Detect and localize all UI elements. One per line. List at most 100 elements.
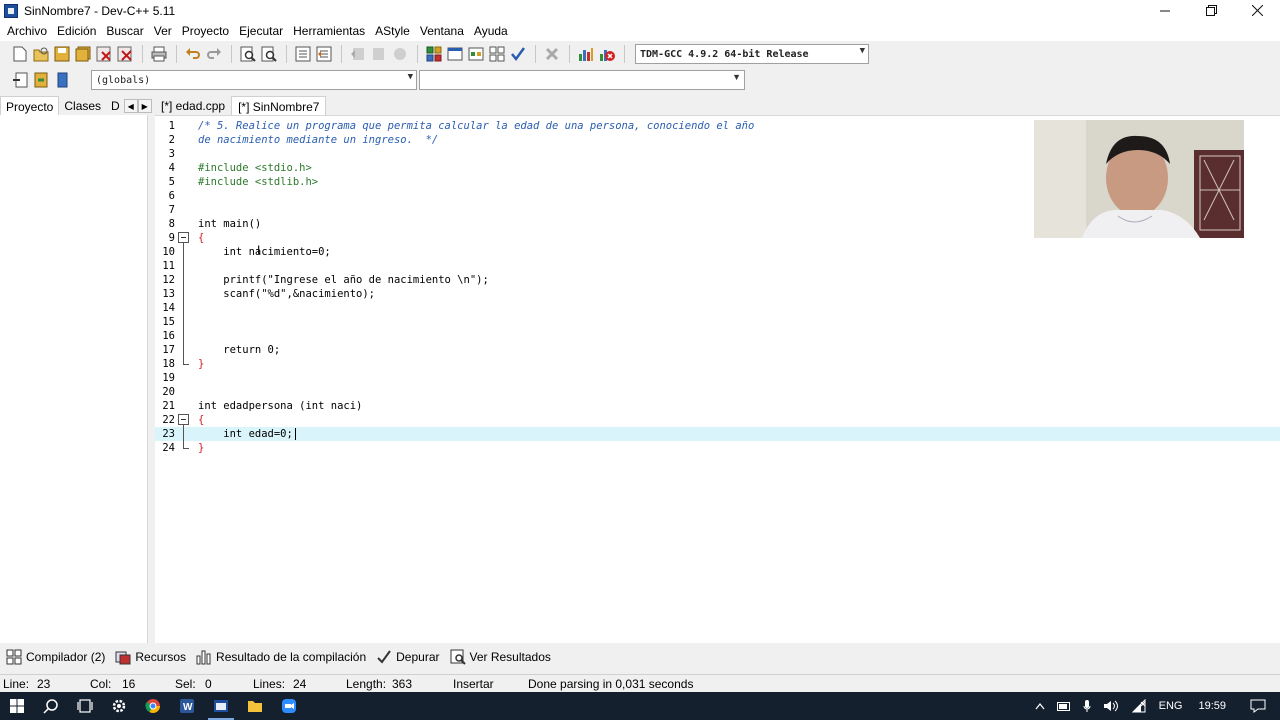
menu-proyecto[interactable]: Proyecto — [177, 21, 234, 41]
line-number: 10 — [162, 246, 175, 258]
battery-icon[interactable] — [1056, 701, 1071, 711]
tab-proyecto[interactable]: Proyecto — [0, 96, 60, 116]
menu-herramientas[interactable]: Herramientas — [288, 21, 370, 41]
microphone-icon[interactable] — [1083, 699, 1091, 713]
compile-icon[interactable] — [424, 45, 443, 64]
scroll-right-icon[interactable]: ▶ — [137, 99, 152, 113]
function-select[interactable]: ▼ — [419, 70, 745, 90]
new-file-icon[interactable] — [10, 45, 29, 64]
close-all-icon[interactable] — [115, 45, 134, 64]
toolbar-separator — [142, 45, 143, 63]
tab-depurar-label: Depurar — [396, 650, 440, 664]
compile-run-icon[interactable] — [466, 45, 485, 64]
line-number: 2 — [168, 134, 175, 146]
unindent-icon[interactable] — [314, 45, 333, 64]
save-all-icon[interactable] — [73, 45, 92, 64]
tab-recursos[interactable]: Recursos — [115, 649, 186, 665]
system-tray: ENG 19:59 — [1029, 692, 1280, 720]
tab-debug[interactable]: D — [106, 96, 122, 116]
search-icon[interactable] — [34, 692, 68, 720]
scope-select[interactable]: (globals) ▼ — [91, 70, 417, 90]
menu-ayuda[interactable]: Ayuda — [469, 21, 513, 41]
insert-icon[interactable] — [10, 71, 29, 90]
bookmark-icon[interactable] — [390, 45, 409, 64]
goto-back-icon[interactable] — [348, 45, 367, 64]
redo-icon[interactable] — [204, 45, 223, 64]
tab-compilador[interactable]: Compilador (2) — [6, 649, 105, 665]
delete-profile-icon[interactable] — [597, 45, 616, 64]
compiler-select[interactable]: TDM-GCC 4.9.2 64-bit Release ▼ — [635, 44, 869, 64]
word-icon[interactable]: W — [170, 692, 204, 720]
toolbar-separator — [231, 45, 232, 63]
debug-check-icon — [376, 649, 392, 665]
zoom-icon[interactable] — [272, 692, 306, 720]
code-text: int nacimiento=0; — [198, 246, 331, 258]
indent-icon[interactable] — [293, 45, 312, 64]
find-icon[interactable] — [238, 45, 257, 64]
open-file-icon[interactable] — [31, 45, 50, 64]
tab-sinnombre7[interactable]: [*] SinNombre7 — [231, 96, 327, 116]
menu-archivo[interactable]: Archivo — [2, 21, 52, 41]
line-number: 3 — [168, 148, 175, 160]
code-line: 15 — [155, 315, 1280, 329]
close-icon[interactable] — [1234, 0, 1280, 21]
toggle-bookmark-icon[interactable] — [31, 71, 50, 90]
menu-buscar[interactable]: Buscar — [101, 21, 148, 41]
windows-start-icon[interactable] — [0, 692, 34, 720]
settings-gear-icon[interactable] — [102, 692, 136, 720]
line-number: 22 — [162, 414, 175, 426]
line-number: 1 — [168, 120, 175, 132]
goto-forward-icon[interactable] — [369, 45, 388, 64]
profile-chart-icon[interactable] — [576, 45, 595, 64]
tab-clases[interactable]: Clases — [59, 96, 106, 116]
fold-toggle-icon[interactable] — [178, 232, 189, 243]
menu-ver[interactable]: Ver — [149, 21, 177, 41]
stop-execution-icon[interactable] — [542, 45, 561, 64]
menu-edicion[interactable]: Edición — [52, 21, 101, 41]
minimize-icon[interactable] — [1142, 0, 1188, 21]
menu-ejecutar[interactable]: Ejecutar — [234, 21, 288, 41]
tab-depurar[interactable]: Depurar — [376, 649, 440, 665]
fold-toggle-icon[interactable] — [178, 414, 189, 425]
print-icon[interactable] — [149, 45, 168, 64]
code-text: } — [198, 358, 205, 370]
save-icon[interactable] — [52, 45, 71, 64]
line-number: 21 — [162, 400, 175, 412]
scroll-left-icon[interactable]: ◀ — [123, 99, 138, 113]
show-hidden-icons-icon[interactable] — [1035, 702, 1045, 710]
tab-edad-cpp[interactable]: [*] edad.cpp — [155, 96, 231, 116]
clock-time[interactable]: 19:59 — [1198, 700, 1226, 712]
code-line: 18} — [155, 357, 1280, 371]
close-file-icon[interactable] — [94, 45, 113, 64]
file-explorer-icon[interactable] — [238, 692, 272, 720]
tab-resultado-compilacion[interactable]: Resultado de la compilación — [196, 649, 366, 665]
rebuild-icon[interactable] — [487, 45, 506, 64]
line-number: 18 — [162, 358, 175, 370]
tab-ver-resultados[interactable]: Ver Resultados — [450, 649, 551, 665]
menu-astyle[interactable]: AStyle — [370, 21, 415, 41]
menu-ventana[interactable]: Ventana — [415, 21, 469, 41]
chrome-icon[interactable] — [136, 692, 170, 720]
code-line: 21 int edadpersona (int naci) — [155, 399, 1280, 413]
run-icon[interactable] — [445, 45, 464, 64]
syntax-check-icon[interactable] — [508, 45, 527, 64]
goto-bookmark-icon[interactable] — [52, 71, 71, 90]
replace-icon[interactable] — [259, 45, 278, 64]
devcpp-taskbar-icon[interactable] — [204, 692, 238, 720]
code-text: #include <stdlib.h> — [198, 176, 319, 188]
code-line: 22 { — [155, 413, 1280, 427]
notifications-icon[interactable] — [1250, 699, 1266, 713]
line-number: 24 — [162, 442, 175, 454]
volume-icon[interactable] — [1103, 699, 1119, 713]
input-language[interactable]: ENG — [1159, 700, 1183, 712]
code-text: { — [198, 232, 205, 244]
task-view-icon[interactable] — [68, 692, 102, 720]
undo-icon[interactable] — [183, 45, 202, 64]
network-icon[interactable] — [1131, 699, 1147, 713]
status-line-value: 23 — [37, 677, 51, 691]
ibeam-cursor-icon: I — [257, 243, 261, 257]
chart-bars-icon — [196, 649, 212, 665]
project-browser[interactable] — [0, 115, 148, 643]
restore-icon[interactable] — [1188, 0, 1234, 21]
status-lines-label: Lines: — [253, 677, 286, 691]
